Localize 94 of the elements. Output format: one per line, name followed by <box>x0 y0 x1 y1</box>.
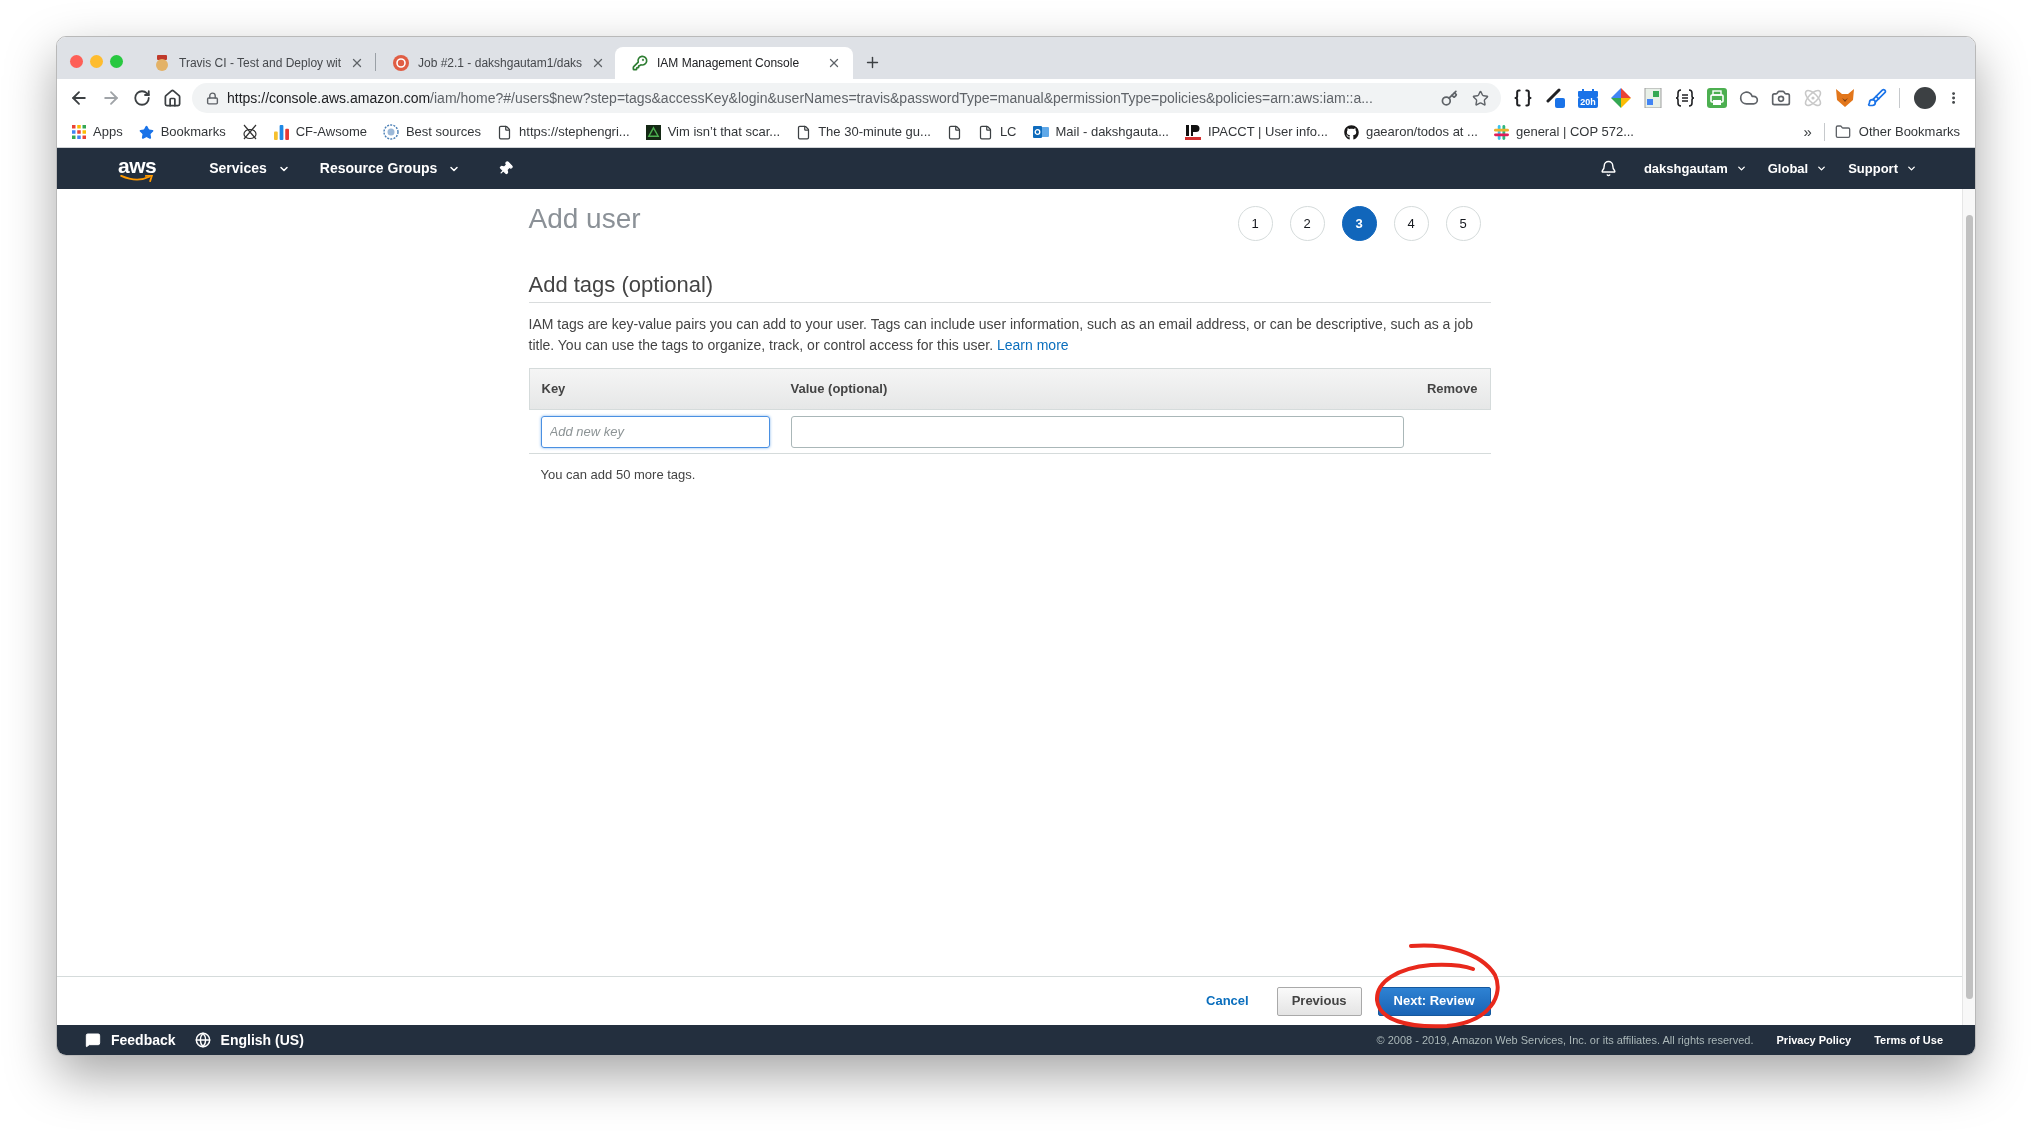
nav-menu[interactable]: Global <box>1767 158 1828 179</box>
document-icon <box>977 124 993 140</box>
bookmark-link[interactable]: Apps <box>72 122 123 142</box>
bookmark-link[interactable]: Vim isn’t that scar... <box>645 122 781 142</box>
step-indicator: 2 <box>1289 206 1325 241</box>
footer-link[interactable]: Terms of Use <box>1874 1031 1943 1049</box>
extension-badge: 20h <box>1578 96 1598 108</box>
folder-icon <box>1834 124 1851 140</box>
caret-icon <box>1906 163 1917 174</box>
nav-menu[interactable]: Support <box>1848 158 1917 179</box>
other-bookmarks-link[interactable]: Other Bookmarks <box>1834 122 1960 142</box>
mail-icon <box>1032 124 1049 140</box>
feedback-link[interactable]: Feedback <box>85 1029 176 1051</box>
bookmark-link[interactable]: Mail - dakshgauta... <box>1032 122 1169 142</box>
column-header: Key <box>541 380 566 399</box>
braces-lines-icon[interactable] <box>1675 88 1695 108</box>
browser-tab[interactable]: Job #2.1 - dakshgautam1/daks <box>376 47 614 79</box>
section-title: Add tags (optional) <box>528 271 714 299</box>
pinwheel-icon[interactable] <box>1611 88 1631 108</box>
fox-icon[interactable] <box>1835 88 1855 108</box>
bookmark-link[interactable]: CF-Awsome <box>273 122 367 142</box>
nav-menu[interactable]: Resource Groups <box>319 158 461 179</box>
key-icon[interactable] <box>1441 89 1458 107</box>
bookmark-link[interactable]: gaearon/todos at ... <box>1343 122 1478 142</box>
scrollbar-thumb[interactable] <box>1965 215 1973 999</box>
eyedropper-icon[interactable] <box>1545 88 1565 108</box>
primary-button[interactable]: Next: Review <box>1377 986 1491 1016</box>
camera-icon[interactable] <box>1771 88 1791 108</box>
caret-icon <box>1816 163 1828 174</box>
crossed-loop-icon[interactable] <box>241 124 258 140</box>
address-bar[interactable]: https://console.aws.amazon.com/iam/home?#/users$new?step=tags&accessKey&login&userNames=travis&passwordType=manual&permissionType=policies&policies=arn:aws:iam::a... <box>192 83 1501 113</box>
browser-tab[interactable]: IAM Management Console <box>615 47 853 79</box>
nav-menu[interactable]: Services <box>209 158 290 179</box>
step-indicator: 3 <box>1341 206 1377 241</box>
language-selector[interactable]: English (US) <box>194 1029 304 1051</box>
logo-icon <box>1184 124 1201 140</box>
reload-icon[interactable] <box>133 89 151 107</box>
star-icon[interactable] <box>1472 89 1489 107</box>
octocat-icon <box>1343 124 1359 140</box>
nav-menu[interactable]: dakshgautam <box>1643 158 1747 179</box>
document-icon <box>497 124 513 140</box>
mascot-icon <box>154 55 170 71</box>
bookmark-link[interactable]: LC <box>977 122 1017 142</box>
key-input[interactable]: Add new key <box>540 415 770 448</box>
description-text: IAM tags are key-value pairs you can add to your user. Tags can include user information, such as an email address, or can be descriptive, such as a job title. You can use the tags to organize, track, or control access for this user. Learn more <box>528 315 1474 355</box>
bookmark-link[interactable]: https://stephengri... <box>497 122 630 142</box>
bookmark-link[interactable]: Best sources <box>382 122 482 142</box>
document-icon[interactable] <box>946 124 962 140</box>
home-icon[interactable] <box>163 88 182 108</box>
value-input[interactable] <box>790 415 1404 448</box>
brush-icon[interactable] <box>1867 88 1887 108</box>
bookmark-link[interactable]: Bookmarks <box>138 122 226 142</box>
tags-remaining-text: You can add 50 more tags. <box>539 466 696 484</box>
key-icon <box>632 55 648 71</box>
back-icon[interactable] <box>69 88 89 108</box>
page-title: Add user <box>528 202 641 236</box>
bell-icon[interactable] <box>1599 160 1617 177</box>
column-header: Remove <box>1426 380 1478 399</box>
new-tab-icon[interactable] <box>864 54 881 71</box>
step-indicator: 5 <box>1445 206 1481 241</box>
speech-bubble-icon <box>85 1032 101 1048</box>
seal-icon <box>382 124 399 140</box>
link-button[interactable]: Cancel <box>1206 991 1249 1011</box>
url-text[interactable]: https://console.aws.amazon.com/iam/home?#/users$new?step=tags&accessKey&login&userNames=travis&passwordType=manual&permissionType=policies&policies=arn:aws:iam::a... <box>227 87 1373 109</box>
learn-more-link[interactable]: Learn more <box>997 337 1069 353</box>
step-indicator: 1 <box>1237 206 1273 241</box>
cloud-icon[interactable] <box>1739 88 1759 108</box>
close-icon[interactable] <box>827 56 841 70</box>
ring-badge-icon <box>393 55 409 71</box>
bookmarks-overflow-button[interactable]: » <box>1803 120 1812 144</box>
braces-icon[interactable] <box>1513 88 1533 108</box>
bar-chart-icon <box>273 124 289 140</box>
footer-link[interactable]: Privacy Policy <box>1776 1031 1852 1049</box>
browser-tab[interactable]: Travis CI - Test and Deploy wit <box>137 47 375 79</box>
step-indicator: 4 <box>1393 206 1429 241</box>
bookmark-link[interactable]: The 30-minute gu... <box>796 122 931 142</box>
caret-icon <box>1735 163 1747 174</box>
secondary-button[interactable]: Previous <box>1276 986 1362 1016</box>
column-header: Value (optional) <box>790 380 888 399</box>
hash-icon <box>1493 124 1509 140</box>
globe-icon <box>194 1032 211 1048</box>
lock-icon <box>206 91 219 105</box>
tile-icon <box>645 124 661 140</box>
document-icon <box>796 124 812 140</box>
apps-grid-icon <box>72 125 86 139</box>
star-icon <box>138 124 154 140</box>
spreadsheet-icon[interactable] <box>1643 88 1663 108</box>
copyright-text: © 2008 - 2019, Amazon Web Services, Inc. or its affiliates. All rights reserved. <box>1376 1032 1754 1048</box>
aws-logo-link[interactable]: aws <box>118 155 157 182</box>
bookmark-link[interactable]: general | COP 572... <box>1493 122 1634 142</box>
printer-icon[interactable] <box>1707 88 1727 108</box>
profile-avatar-icon[interactable] <box>1913 87 1936 109</box>
calendar-icon[interactable] <box>1578 88 1598 97</box>
bookmark-link[interactable]: IPACCT | User info... <box>1184 122 1328 142</box>
